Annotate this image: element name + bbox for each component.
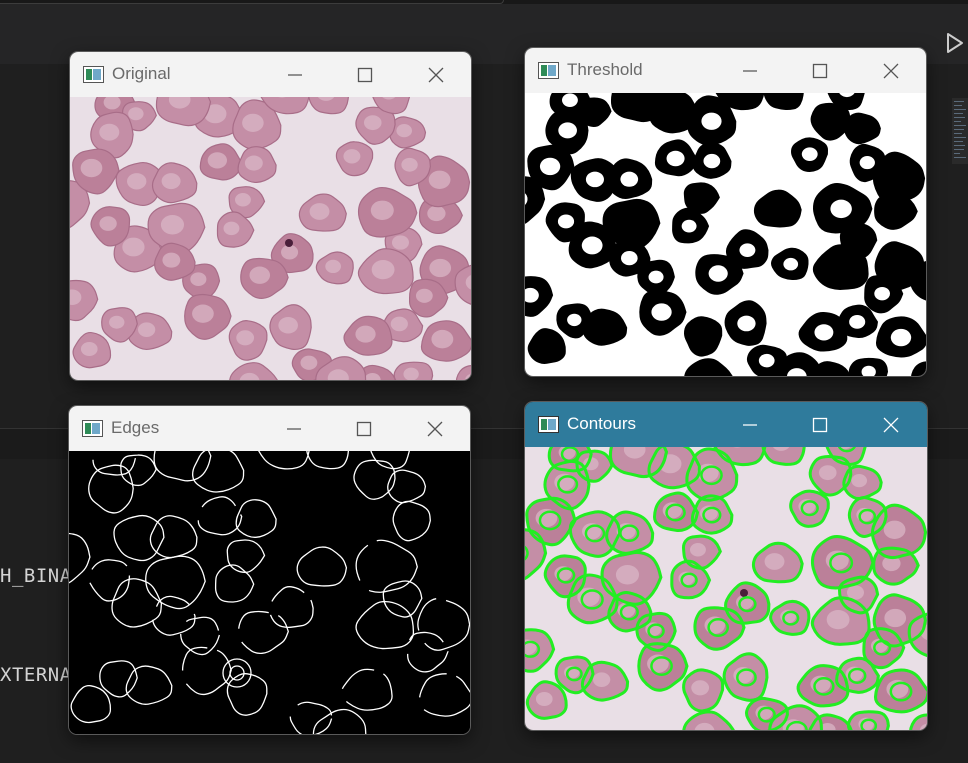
close-button[interactable] [877, 57, 905, 85]
edge-map [69, 451, 470, 734]
image-window-icon [538, 416, 559, 433]
threshold-image [525, 93, 926, 376]
original-image [70, 97, 471, 380]
maximize-icon [812, 417, 828, 433]
window-titlebar[interactable]: Contours [525, 402, 927, 447]
maximize-icon [356, 421, 372, 437]
play-icon [947, 33, 963, 53]
window-title: Threshold [567, 60, 643, 79]
binary-threshold-image [525, 93, 926, 376]
contour-overlay-image [525, 447, 927, 730]
code-text-fragment: H_BINA [0, 565, 72, 587]
maximize-button[interactable] [806, 411, 834, 439]
minimize-icon [743, 424, 757, 426]
close-icon [427, 421, 443, 437]
close-button[interactable] [421, 415, 449, 443]
image-window-icon [83, 66, 104, 83]
close-icon [428, 67, 444, 83]
contours-window[interactable]: Contours [525, 402, 927, 730]
editor-minimap[interactable] [952, 98, 968, 164]
window-titlebar[interactable]: Original [70, 52, 471, 97]
window-title: Original [112, 64, 171, 83]
image-window-icon [82, 420, 103, 437]
window-titlebar[interactable]: Threshold [525, 48, 926, 93]
code-text-fragment: XTERNA [0, 664, 72, 686]
edges-window[interactable]: Edges [69, 406, 470, 734]
maximize-icon [812, 63, 828, 79]
minimize-icon [288, 74, 302, 76]
run-button[interactable] [946, 32, 964, 54]
close-icon [883, 417, 899, 433]
maximize-button[interactable] [351, 61, 379, 89]
close-button[interactable] [422, 61, 450, 89]
minimize-button[interactable] [736, 57, 764, 85]
close-button[interactable] [877, 411, 905, 439]
image-window-icon [538, 62, 559, 79]
minimize-button[interactable] [280, 415, 308, 443]
edges-image [69, 451, 470, 734]
minimize-icon [743, 70, 757, 72]
minimize-button[interactable] [281, 61, 309, 89]
window-title: Edges [111, 418, 160, 437]
close-icon [883, 63, 899, 79]
maximize-button[interactable] [350, 415, 378, 443]
minimize-button[interactable] [736, 411, 764, 439]
contours-image [525, 447, 927, 730]
window-titlebar[interactable]: Edges [69, 406, 470, 451]
minimize-icon [287, 428, 301, 430]
window-title: Contours [567, 414, 636, 433]
threshold-window[interactable]: Threshold [525, 48, 926, 376]
maximize-icon [357, 67, 373, 83]
ide-background: H_BINA XTERNA Original Threshold Edges C… [0, 0, 968, 763]
original-window[interactable]: Original [70, 52, 471, 380]
maximize-button[interactable] [806, 57, 834, 85]
cell-micrograph [70, 97, 471, 380]
